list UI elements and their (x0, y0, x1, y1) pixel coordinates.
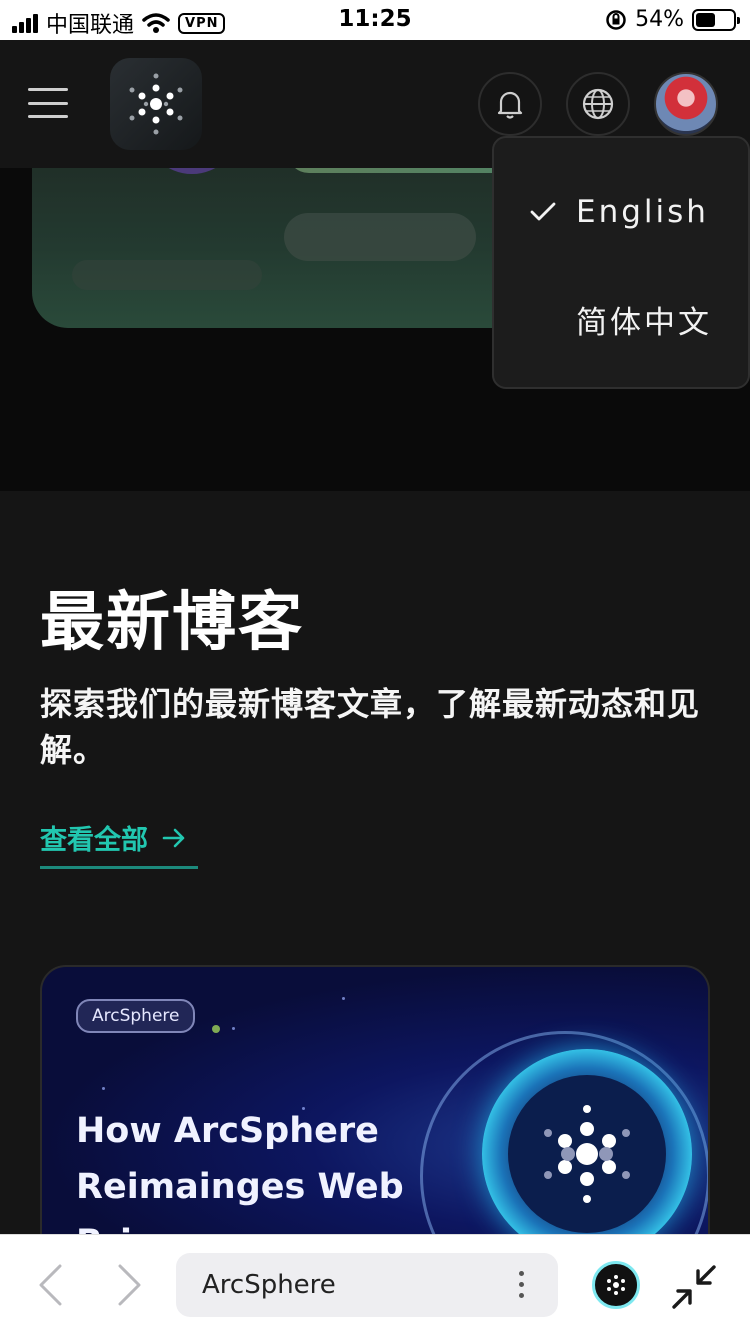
battery-icon (692, 8, 740, 31)
minimize-arrows-icon[interactable] (670, 1263, 718, 1311)
bell-icon[interactable] (478, 72, 542, 136)
post-title: How ArcSphere Reimainges Web Bri (76, 1111, 404, 1234)
language-label: English (576, 194, 709, 230)
view-all-link[interactable]: 查看全部 (40, 809, 198, 869)
address-bar[interactable]: ArcSphere (176, 1253, 558, 1317)
chevron-left-icon[interactable] (36, 1263, 66, 1307)
language-option-english[interactable]: English (494, 182, 748, 242)
hero-chat-card (32, 168, 587, 328)
orientation-lock-icon (606, 9, 626, 30)
status-bar: 中国联通 VPN 11:25 54% (0, 0, 750, 40)
status-right: 54% (605, 7, 740, 32)
character-avatar-image (144, 168, 240, 174)
chevron-right-icon[interactable] (114, 1263, 144, 1307)
chat-bubble (72, 260, 262, 290)
battery-fill (696, 12, 716, 27)
browser-bottom-bar: ArcSphere (0, 1234, 750, 1334)
arcsphere-app-icon[interactable] (592, 1261, 640, 1309)
post-tag: ArcSphere (76, 999, 196, 1033)
blog-section: 最新博客 探索我们的最新博客文章，了解最新动态和见解。 查看全部 ArcSphe… (0, 491, 750, 1234)
section-title: 最新博客 (40, 586, 304, 660)
check-icon (494, 201, 576, 223)
address-text: ArcSphere (202, 1270, 336, 1300)
view-all-label: 查看全部 (40, 825, 148, 856)
arcsphere-orb-image (482, 1049, 692, 1234)
battery-percent: 54% (635, 7, 684, 32)
blog-post-card[interactable]: ArcSphere How ArcSphere Reimainges Web B… (40, 965, 710, 1234)
language-menu: English 简体中文 (492, 136, 750, 389)
chat-bubble (284, 213, 476, 261)
section-description: 探索我们的最新博客文章，了解最新动态和见解。 (40, 685, 701, 769)
language-option-simplified-chinese[interactable]: 简体中文 (494, 289, 748, 349)
more-vertical-icon[interactable] (519, 1271, 524, 1298)
user-avatar[interactable] (654, 72, 718, 136)
hamburger-icon[interactable] (28, 88, 68, 118)
language-label: 简体中文 (576, 304, 712, 341)
arcsphere-logo-icon[interactable] (110, 58, 202, 150)
globe-icon[interactable] (566, 72, 630, 136)
arrow-right-icon (162, 828, 185, 847)
